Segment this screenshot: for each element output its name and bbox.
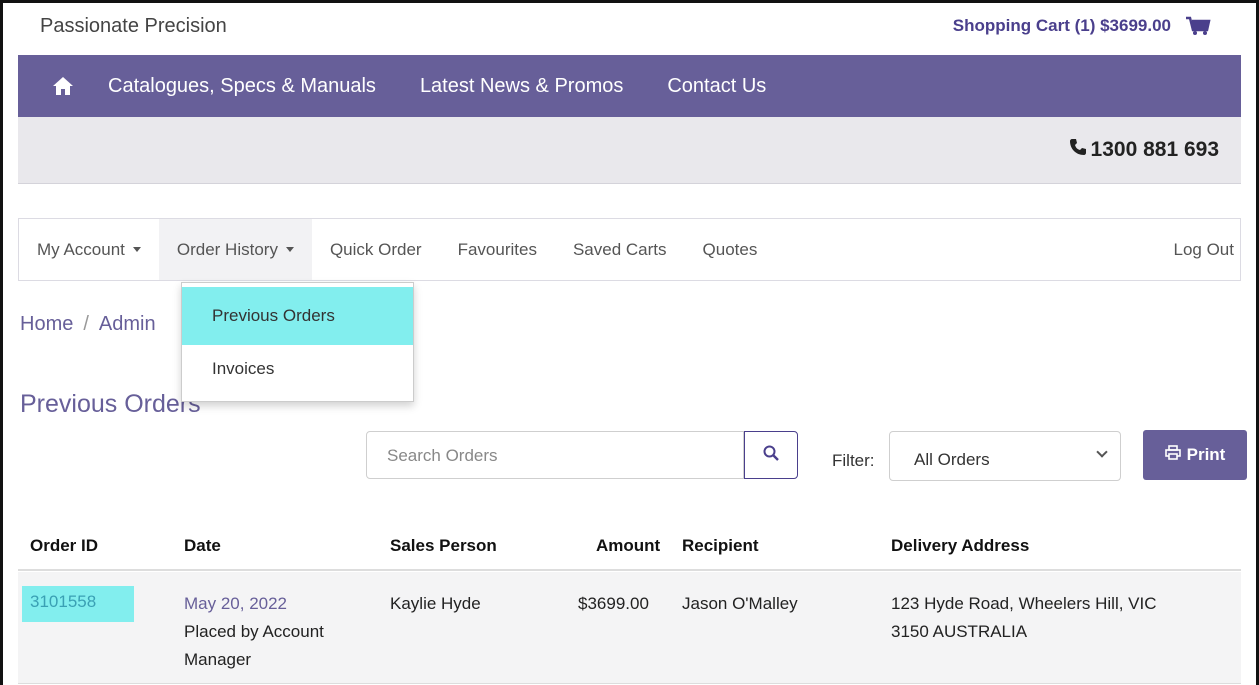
dropdown-invoices[interactable]: Invoices	[182, 359, 413, 385]
search-icon	[763, 445, 779, 466]
order-placed-by: Placed by Account	[184, 622, 324, 641]
page-title: Previous Orders	[20, 390, 201, 418]
phone-icon	[1069, 138, 1087, 162]
header-order-id[interactable]: Order ID	[30, 536, 98, 556]
nav-catalogues[interactable]: Catalogues, Specs & Manuals	[108, 75, 376, 98]
header-delivery-address[interactable]: Delivery Address	[891, 536, 1029, 556]
search-input[interactable]: Search Orders	[366, 431, 744, 479]
print-label: Print	[1186, 445, 1226, 464]
order-date: May 20, 2022	[184, 594, 288, 613]
nav-news-promos[interactable]: Latest News & Promos	[420, 75, 623, 98]
tab-quick-order[interactable]: Quick Order	[312, 219, 440, 280]
tab-saved-carts[interactable]: Saved Carts	[555, 219, 685, 280]
sales-person-cell: Kaylie Hyde	[390, 594, 481, 613]
header-sales-person[interactable]: Sales Person	[390, 536, 497, 556]
caret-down-icon	[285, 247, 294, 252]
table-row[interactable]: 3101558 May 20, 2022 Placed by Account M…	[18, 572, 1241, 684]
tab-favourites[interactable]: Favourites	[440, 219, 555, 280]
header-date[interactable]: Date	[184, 536, 221, 556]
print-icon	[1164, 445, 1181, 465]
logout-link[interactable]: Log Out	[1156, 219, 1241, 280]
cart-icon	[1185, 16, 1211, 36]
tab-my-account-label: My Account	[37, 239, 125, 259]
breadcrumb-separator: /	[83, 313, 89, 335]
tab-my-account[interactable]: My Account	[19, 219, 159, 280]
phone-text: 1300 881 693	[1090, 138, 1219, 161]
shopping-cart-link[interactable]: Shopping Cart (1) $3699.00	[953, 16, 1211, 36]
caret-down-icon	[132, 247, 141, 252]
filter-label: Filter:	[832, 451, 875, 470]
order-id-link[interactable]: 3101558	[22, 586, 134, 622]
tab-order-history-label: Order History	[176, 239, 278, 259]
nav-contact-us[interactable]: Contact Us	[667, 75, 766, 98]
brand-name[interactable]: Passionate Precision	[40, 15, 227, 38]
order-placed-by-2: Manager	[184, 650, 252, 669]
breadcrumb-home[interactable]: Home	[20, 313, 73, 336]
chevron-down-icon	[1096, 446, 1108, 458]
filter-select[interactable]: All Orders	[889, 431, 1121, 481]
breadcrumb: Home / Admin	[20, 313, 156, 336]
print-button[interactable]: Print	[1143, 430, 1247, 480]
dropdown-previous-orders[interactable]: Previous Orders	[182, 287, 413, 345]
address-line-2: 3150 AUSTRALIA	[891, 622, 1028, 641]
top-bar: Passionate Precision Shopping Cart (1) $…	[18, 3, 1241, 55]
phone-bar: 1300 881 693	[18, 117, 1241, 184]
phone-number[interactable]: 1300 881 693	[1069, 138, 1219, 162]
breadcrumb-admin[interactable]: Admin	[99, 313, 156, 336]
tab-quotes[interactable]: Quotes	[685, 219, 776, 280]
order-history-dropdown: Previous Orders Invoices	[181, 282, 414, 402]
search-button[interactable]	[744, 431, 798, 479]
main-nav: Catalogues, Specs & Manuals Latest News …	[18, 55, 1241, 117]
recipient-cell: Jason O'Malley	[682, 594, 798, 613]
amount-cell: $3699.00	[578, 594, 649, 613]
delivery-address-cell: 123 Hyde Road, Wheelers Hill, VIC 3150 A…	[891, 590, 1157, 646]
orders-table-header: Order ID Date Sales Person Amount Recipi…	[18, 521, 1241, 571]
home-icon[interactable]	[52, 76, 74, 96]
cart-label: Shopping Cart (1) $3699.00	[952, 16, 1171, 35]
account-nav: My Account Order History Quick Order Fav…	[18, 218, 1241, 281]
order-date-cell: May 20, 2022 Placed by Account Manager	[184, 590, 324, 674]
header-recipient[interactable]: Recipient	[682, 536, 759, 556]
filter-selected-value: All Orders	[914, 450, 990, 469]
header-amount[interactable]: Amount	[596, 536, 660, 556]
address-line-1: 123 Hyde Road, Wheelers Hill, VIC	[891, 594, 1157, 613]
tab-order-history[interactable]: Order History	[158, 219, 312, 280]
